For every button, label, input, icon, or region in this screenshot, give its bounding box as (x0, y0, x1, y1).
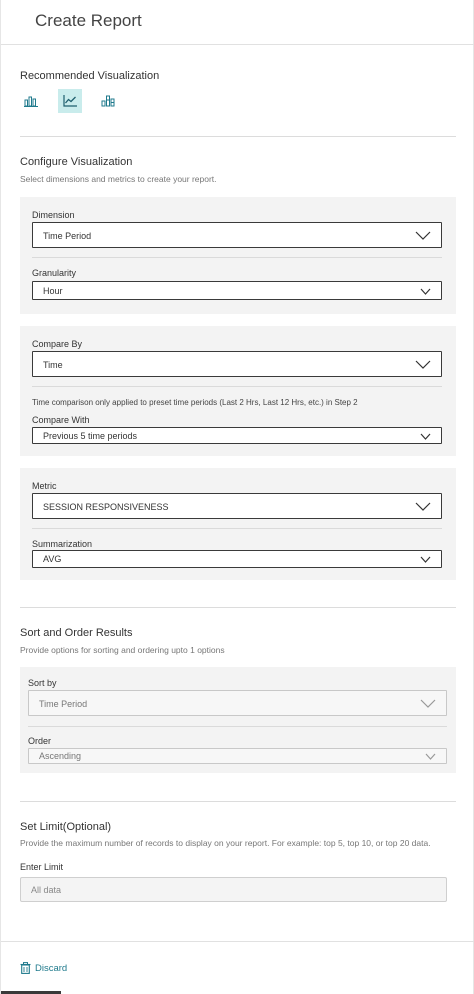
recommended-visualization-title: Recommended Visualization (20, 70, 160, 82)
summarization-select[interactable]: AVG (32, 550, 442, 568)
compare-with-label: Compare With (32, 415, 90, 425)
card-separator (32, 257, 442, 258)
chevron-down-icon (420, 433, 431, 440)
chevron-down-icon (420, 288, 431, 295)
summarization-value: AVG (43, 554, 62, 564)
dimension-value: Time Period (43, 231, 92, 241)
dimension-card: Dimension Time Period Granularity Hour (20, 197, 456, 314)
sort-card: Sort by Time Period Order Ascending (20, 667, 456, 773)
granularity-value: Hour (43, 286, 63, 296)
dimension-select[interactable]: Time Period (32, 222, 442, 248)
chevron-down-icon (415, 231, 431, 240)
chevron-down-icon (420, 699, 436, 708)
order-label: Order (28, 736, 52, 746)
set-limit-subtitle: Provide the maximum number of records to… (20, 838, 431, 848)
stacked-bar-chart-icon (101, 95, 115, 107)
set-limit-title: Set Limit(Optional) (20, 821, 112, 833)
summarization-label: Summarization (32, 539, 93, 549)
divider (20, 801, 456, 802)
metric-label: Metric (32, 481, 57, 491)
enter-limit-label: Enter Limit (20, 862, 64, 872)
sort-by-label: Sort by (28, 678, 57, 688)
panel-footer: Discard (1, 941, 474, 994)
divider (20, 136, 456, 137)
order-value: Ascending (39, 751, 82, 761)
configure-visualization-title: Configure Visualization (20, 156, 133, 168)
limit-input-placeholder: All data (31, 885, 62, 895)
sort-order-subtitle: Provide options for sorting and ordering… (20, 645, 225, 655)
discard-button[interactable]: Discard (20, 962, 67, 974)
compare-with-value: Previous 5 time periods (43, 431, 138, 441)
granularity-label: Granularity (32, 268, 77, 278)
chevron-down-icon (425, 753, 436, 760)
discard-label: Discard (35, 962, 68, 974)
bar-chart-button[interactable] (19, 89, 43, 113)
chevron-down-icon (420, 556, 431, 563)
metric-select[interactable]: SESSION RESPONSIVENESS (32, 493, 442, 519)
trash-icon (20, 962, 31, 974)
divider (20, 607, 456, 608)
sort-order-title: Sort and Order Results (20, 627, 133, 639)
metric-value: SESSION RESPONSIVENESS (43, 502, 169, 512)
compare-note: Time comparison only applied to preset t… (32, 398, 358, 407)
compare-by-value: Time (43, 360, 63, 370)
sort-by-value: Time Period (39, 699, 88, 709)
chevron-down-icon (415, 360, 431, 369)
report-panel: Create Report Recommended Visualization … (0, 0, 474, 994)
compare-by-select[interactable]: Time (32, 351, 442, 377)
card-separator (32, 386, 442, 387)
card-separator (28, 726, 447, 727)
compare-with-select[interactable]: Previous 5 time periods (32, 427, 442, 444)
configure-visualization-subtitle: Select dimensions and metrics to create … (20, 174, 217, 184)
sort-by-select[interactable]: Time Period (28, 690, 447, 716)
stacked-bar-chart-button[interactable] (96, 89, 120, 113)
bar-chart-icon (24, 96, 38, 107)
dimension-label: Dimension (32, 210, 75, 220)
line-chart-button[interactable] (58, 89, 82, 113)
card-separator (32, 528, 442, 529)
metric-card: Metric SESSION RESPONSIVENESS Summarizat… (20, 468, 456, 580)
granularity-select[interactable]: Hour (32, 281, 442, 300)
compare-card: Compare By Time Time comparison only app… (20, 326, 456, 456)
limit-input[interactable]: All data (20, 877, 447, 902)
page-title: Create Report (35, 11, 142, 30)
panel-header: Create Report (1, 0, 474, 45)
compare-by-label: Compare By (32, 339, 83, 349)
line-chart-icon (63, 95, 77, 107)
order-select[interactable]: Ascending (28, 748, 447, 764)
chevron-down-icon (415, 502, 431, 511)
